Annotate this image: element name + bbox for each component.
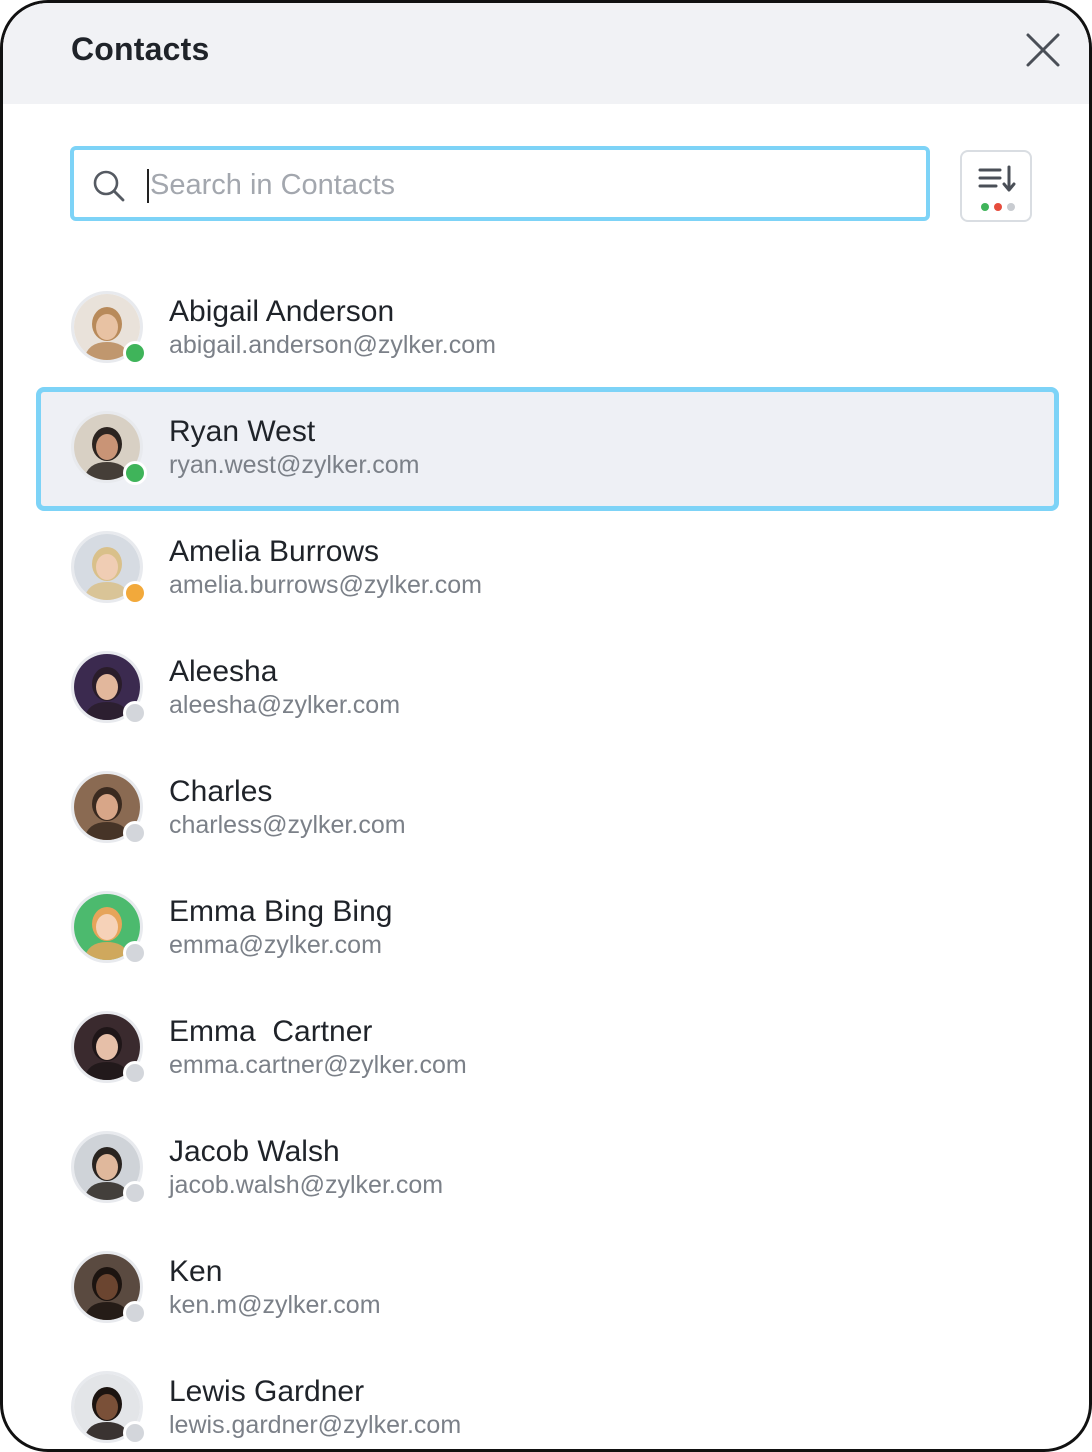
status-offline-indicator (123, 821, 147, 845)
status-offline-indicator (123, 1061, 147, 1085)
contact-row[interactable]: Ryan West ryan.west@zylker.com (3, 387, 1089, 511)
contact-name: Amelia Burrows (169, 535, 380, 568)
contact-email: amelia.burrows@zylker.com (169, 571, 482, 599)
contact-name: Abigail Anderson (169, 295, 395, 328)
search-box[interactable] (70, 146, 930, 221)
contact-email: emma@zylker.com (169, 931, 382, 959)
panel-title: Contacts (71, 31, 210, 67)
status-offline-indicator (123, 941, 147, 965)
contact-row[interactable]: Ken ken.m@zylker.com (3, 1227, 1089, 1347)
contact-email: abigail.anderson@zylker.com (169, 331, 496, 359)
contact-name: Emma Cartner (169, 1015, 373, 1048)
contact-email: emma.cartner@zylker.com (169, 1051, 467, 1079)
search-input[interactable] (148, 160, 912, 210)
contact-name: Charles (169, 775, 273, 808)
contact-email: lewis.gardner@zylker.com (169, 1411, 462, 1439)
search-icon (93, 170, 125, 202)
sort-icon (978, 165, 1016, 192)
close-button[interactable] (1022, 29, 1064, 71)
contact-name: Emma Bing Bing (169, 895, 393, 928)
status-offline-indicator (123, 1181, 147, 1205)
green-dot (981, 203, 989, 211)
status-offline-indicator (123, 1301, 147, 1325)
contact-email: aleesha@zylker.com (169, 691, 401, 719)
contact-row[interactable]: Emma Bing Bing emma@zylker.com (3, 867, 1089, 987)
contact-name: Jacob Walsh (169, 1135, 340, 1168)
contacts-panel: Contacts Abigail Andersonabi (0, 0, 1092, 1452)
status-offline-indicator (123, 701, 147, 725)
sort-button[interactable] (960, 150, 1032, 222)
contact-email: ryan.west@zylker.com (169, 451, 420, 479)
selection-highlight (36, 387, 1059, 511)
status-online-indicator (123, 461, 147, 485)
contact-email: charless@zylker.com (169, 811, 406, 839)
contact-email: jacob.walsh@zylker.com (169, 1171, 444, 1199)
sort-status-dots (981, 203, 1015, 211)
contact-row[interactable]: Charles charless@zylker.com (3, 747, 1089, 867)
contact-row[interactable]: Amelia Burrows amelia.burrows@zylker.com (3, 507, 1089, 627)
contact-name: Aleesha (169, 655, 278, 688)
panel-header: Contacts (3, 3, 1089, 104)
contact-name: Lewis Gardner (169, 1375, 365, 1408)
contact-email: ken.m@zylker.com (169, 1291, 381, 1319)
status-online-indicator (123, 341, 147, 365)
close-icon (1026, 33, 1060, 67)
status-offline-indicator (123, 1421, 147, 1445)
contact-row[interactable]: Emma Cartner emma.cartner@zylker.com (3, 987, 1089, 1107)
contact-row[interactable]: Aleesha aleesha@zylker.com (3, 627, 1089, 747)
contact-row[interactable]: Lewis Gardner lewis.gardner@zylker.com (3, 1347, 1089, 1449)
gray-dot (1007, 203, 1015, 211)
status-away-indicator (123, 581, 147, 605)
red-dot (994, 203, 1002, 211)
contact-row[interactable]: Abigail Anderson abigail.anderson@zylker.… (3, 267, 1089, 387)
contact-name: Ken (169, 1255, 223, 1288)
contact-row[interactable]: Jacob Walsh jacob.walsh@zylker.com (3, 1107, 1089, 1227)
contact-name: Ryan West (169, 415, 316, 448)
